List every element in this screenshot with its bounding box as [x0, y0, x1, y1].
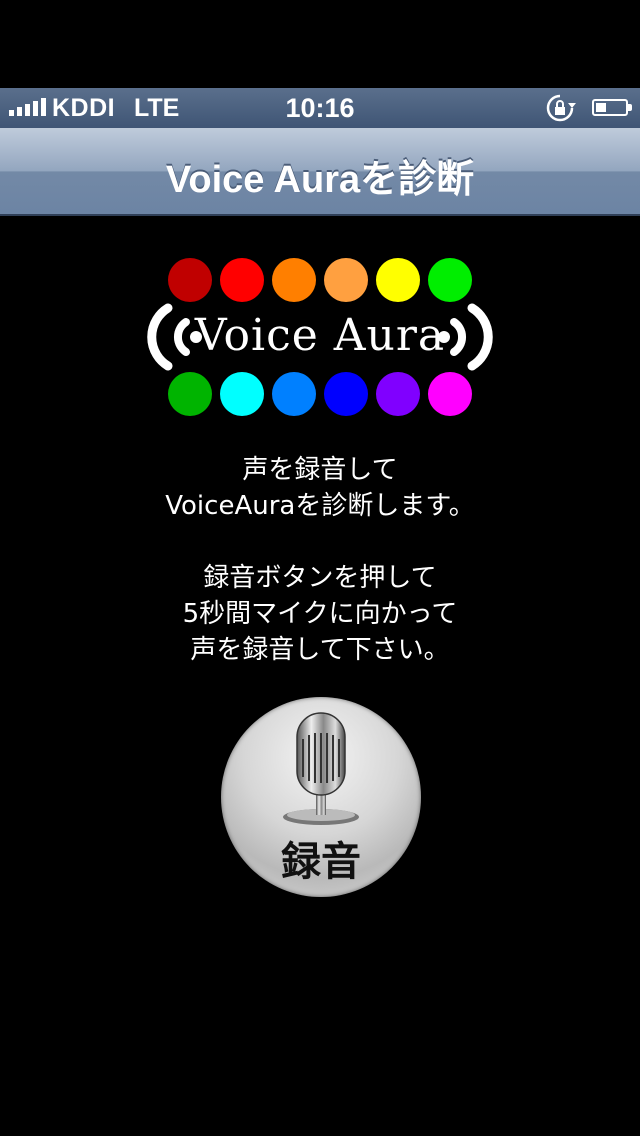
sound-wave-right-icon [438, 303, 493, 371]
color-dot [220, 258, 264, 302]
page-title: Voice Auraを診断 [165, 159, 475, 201]
color-dot [376, 372, 420, 416]
color-dot [428, 372, 472, 416]
instructions-line: 声を録音して [242, 455, 398, 485]
instructions-line: VoiceAuraを診断します。 [165, 491, 475, 521]
instructions-text: 声を録音して VoiceAuraを診断します。 録音ボタンを押して 5秒間マイク… [0, 452, 640, 704]
screen: KDDI LTE 10:16 Voice Auraを診断 Voice Aura [0, 0, 640, 1136]
logo-color-dots-bottom [168, 372, 472, 416]
color-dot [428, 258, 472, 302]
record-button-label: 録音 [281, 839, 361, 885]
color-dot [272, 258, 316, 302]
color-dot [324, 372, 368, 416]
color-dot [376, 258, 420, 302]
microphone-icon [283, 712, 359, 825]
record-button[interactable]: 録音 [221, 697, 421, 897]
color-dot [220, 372, 264, 416]
instructions-intro: 声を録音して VoiceAuraを診断します。 [0, 452, 640, 524]
instructions-line: 5秒間マイクに向かって [182, 599, 458, 629]
voice-aura-logo: Voice Aura [140, 254, 500, 424]
color-dot [168, 258, 212, 302]
status-bar: KDDI LTE 10:16 [0, 88, 640, 128]
navigation-bar: Voice Auraを診断 [0, 128, 640, 216]
color-dot [272, 372, 316, 416]
rotation-lock-icon [546, 94, 576, 122]
instructions-steps: 録音ボタンを押して 5秒間マイクに向かって 声を録音して下さい。 [0, 560, 640, 668]
color-dot [168, 372, 212, 416]
logo-color-dots-top [168, 258, 472, 302]
color-dot [324, 258, 368, 302]
instructions-line: 声を録音して下さい。 [190, 635, 450, 665]
battery-icon [592, 99, 632, 116]
instructions-line: 録音ボタンを押して [203, 563, 437, 593]
